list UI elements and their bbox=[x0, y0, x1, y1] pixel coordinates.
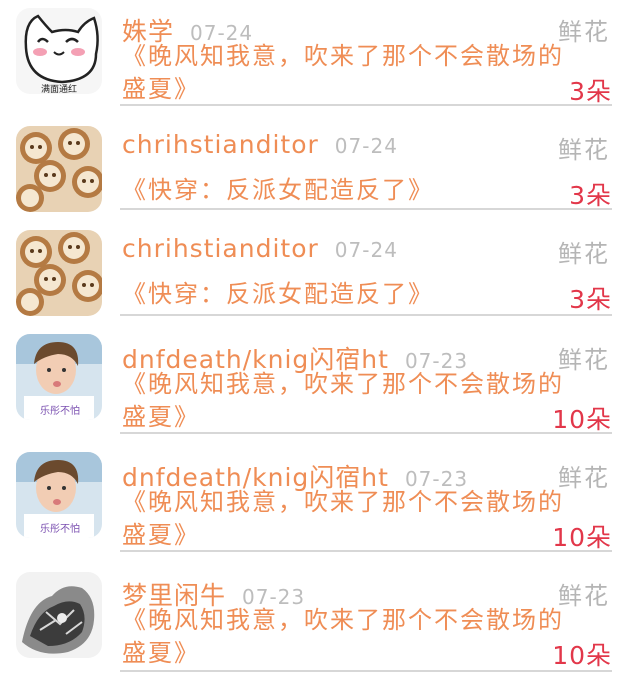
flower-count: 10朵 bbox=[552, 641, 612, 670]
flower-gift-list: 满面通红 姝学07-24 鲜花 《晚风知我意，吹来了那个不会散场的盛夏》 3朵 bbox=[0, 0, 640, 676]
list-item[interactable]: 乐彤不怕 dnfdeath/knig闪宿ht 07-23 鲜花 《晚风知我意，吹来… bbox=[0, 318, 640, 436]
gift-type-label: 鲜花 bbox=[558, 240, 610, 268]
sketch-art-avatar-icon[interactable] bbox=[16, 572, 102, 658]
book-title[interactable]: 《晚风知我意，吹来了那个不会散场的盛夏》 bbox=[122, 604, 572, 670]
svg-text:满面通红: 满面通红 bbox=[41, 83, 77, 94]
flower-count: 10朵 bbox=[552, 405, 612, 434]
person-photo-avatar-icon[interactable]: 乐彤不怕 bbox=[16, 334, 102, 420]
person-photo-avatar-icon[interactable]: 乐彤不怕 bbox=[16, 452, 102, 538]
list-item[interactable]: 满面通红 姝学 07-24 鲜花 《晚风知我意，吹来了那个不会散场的盛夏》 3朵 bbox=[0, 0, 640, 106]
list-item[interactable]: chrihstianditor 07-24 鲜花 《快穿：反派女配造反了》 3朵 bbox=[0, 106, 640, 212]
list-item[interactable]: chrihstianditor 07-24 鲜花 《快穿：反派女配造反了》 3朵 bbox=[0, 210, 640, 318]
list-item[interactable]: 乐彤不怕 dnfdeath/knig闪宿ht 07-23 鲜花 《晚风知我意，吹来… bbox=[0, 436, 640, 554]
book-title[interactable]: 《晚风知我意，吹来了那个不会散场的盛夏》 bbox=[122, 368, 572, 434]
gift-date: 07-24 bbox=[334, 238, 398, 262]
book-title[interactable]: 《晚风知我意，吹来了那个不会散场的盛夏》 bbox=[122, 486, 572, 552]
username[interactable]: chrihstianditor bbox=[122, 234, 319, 263]
cartoon-cat-avatar-icon[interactable]: 满面通红 bbox=[16, 8, 102, 94]
divider bbox=[120, 432, 612, 434]
list-item[interactable]: 梦里闲牛 07-23 鲜花 《晚风知我意，吹来了那个不会散场的盛夏》 10朵 bbox=[0, 554, 640, 676]
latte-art-avatar-icon[interactable] bbox=[16, 126, 102, 212]
flower-count: 3朵 bbox=[569, 285, 612, 314]
gift-type-label: 鲜花 bbox=[558, 136, 610, 164]
flower-count: 3朵 bbox=[569, 77, 612, 106]
divider bbox=[120, 314, 612, 316]
gift-date: 07-24 bbox=[334, 134, 398, 158]
latte-art-avatar-icon[interactable] bbox=[16, 230, 102, 316]
divider bbox=[120, 550, 612, 552]
book-title[interactable]: 《晚风知我意，吹来了那个不会散场的盛夏》 bbox=[122, 40, 572, 106]
book-title[interactable]: 《快穿：反派女配造反了》 bbox=[122, 174, 572, 207]
book-title[interactable]: 《快穿：反派女配造反了》 bbox=[122, 278, 572, 311]
svg-text:乐彤不怕: 乐彤不怕 bbox=[40, 404, 80, 417]
username[interactable]: chrihstianditor bbox=[122, 130, 319, 159]
divider bbox=[120, 670, 612, 672]
flower-count: 10朵 bbox=[552, 523, 612, 552]
svg-text:乐彤不怕: 乐彤不怕 bbox=[40, 522, 80, 535]
flower-count: 3朵 bbox=[569, 181, 612, 210]
